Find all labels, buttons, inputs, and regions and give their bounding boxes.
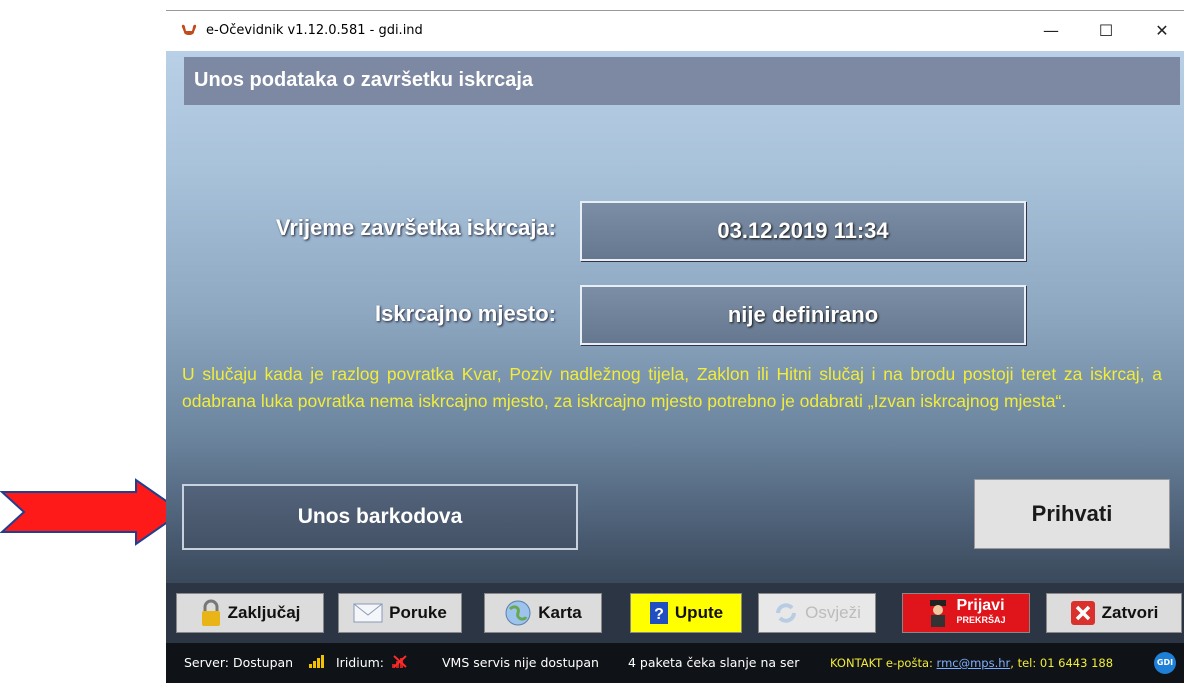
map-button[interactable]: Karta	[484, 593, 602, 633]
signal-bars-icon	[309, 655, 324, 668]
packets-status: 4 paketa čeka slanje na ser	[628, 655, 800, 670]
map-label: Karta	[538, 603, 582, 622]
end-time-label: Vrijeme završetka iskrcaja:	[275, 215, 556, 240]
end-time-field[interactable]: 03.12.2019 11:34	[580, 201, 1026, 261]
inspector-icon	[930, 600, 947, 627]
lock-button[interactable]: Zaključaj	[176, 593, 324, 633]
gdi-logo: GDI	[1154, 652, 1176, 674]
no-signal-icon	[392, 655, 407, 668]
help-button[interactable]: ? Upute	[630, 593, 742, 633]
minimize-button[interactable]: —	[1041, 21, 1061, 41]
refresh-icon	[776, 603, 797, 623]
vms-status: VMS servis nije dostupan	[442, 655, 599, 670]
close-label: Zatvori	[1101, 603, 1159, 622]
app-window: e-Očevidnik v1.12.0.581 - gdi.ind — ☐ ✕ …	[166, 10, 1184, 683]
page-title: Unos podataka o završetku iskrcaja	[194, 69, 534, 91]
refresh-label: Osvježi	[805, 603, 861, 622]
envelope-icon	[353, 603, 383, 623]
status-bar: Server: Dostupan Iridium: VMS servis nij…	[166, 643, 1184, 683]
bottom-toolbar: Zaključaj Poruke Karta ? Upute Osvježi P…	[166, 583, 1184, 643]
close-window-button[interactable]: ✕	[1152, 21, 1172, 41]
report-sub-label: PREKRŠAJ	[956, 615, 1006, 625]
lock-icon	[201, 599, 220, 626]
contact-phone: , tel: 01 6443 188	[1010, 656, 1114, 670]
app-crab-icon	[181, 24, 197, 35]
pointer-arrow-icon	[0, 478, 184, 546]
report-main-label: Prijavi	[956, 597, 1005, 614]
barcode-entry-button[interactable]: Unos barkodova	[182, 484, 578, 550]
svg-text:?: ?	[654, 606, 664, 623]
close-button[interactable]: Zatvori	[1046, 593, 1182, 633]
title-bar: e-Očevidnik v1.12.0.581 - gdi.ind — ☐ ✕	[166, 11, 1184, 51]
iridium-status: Iridium:	[336, 655, 385, 670]
lock-label: Zaključaj	[227, 603, 301, 622]
contact-info: KONTAKT e-pošta: rmc@mps.hr, tel: 01 644…	[830, 656, 1113, 670]
server-status: Server: Dostupan	[184, 655, 294, 670]
place-label: Iskrcajno mjesto:	[375, 301, 556, 326]
maximize-button[interactable]: ☐	[1096, 21, 1116, 41]
section-header: Unos podataka o završetku iskrcaja	[184, 57, 1180, 105]
accept-button[interactable]: Prihvati	[974, 479, 1170, 549]
info-note: U slučaju kada je razlog povratka Kvar, …	[182, 364, 1162, 411]
client-area: Unos podataka o završetku iskrcaja Vrije…	[166, 51, 1184, 683]
contact-email-link[interactable]: rmc@mps.hr	[937, 656, 1011, 670]
messages-button[interactable]: Poruke	[338, 593, 462, 633]
window-title: e-Očevidnik v1.12.0.581 - gdi.ind	[206, 23, 423, 38]
help-label: Upute	[674, 603, 724, 622]
refresh-button: Osvježi	[758, 593, 876, 633]
messages-label: Poruke	[389, 603, 447, 622]
map-icon	[505, 600, 531, 626]
help-icon: ?	[649, 602, 668, 624]
contact-prefix: KONTAKT e-pošta:	[830, 656, 933, 670]
close-x-icon	[1070, 601, 1095, 625]
report-violation-button[interactable]: Prijavi PREKRŠAJ	[902, 593, 1030, 633]
place-field[interactable]: nije definirano	[580, 285, 1026, 345]
